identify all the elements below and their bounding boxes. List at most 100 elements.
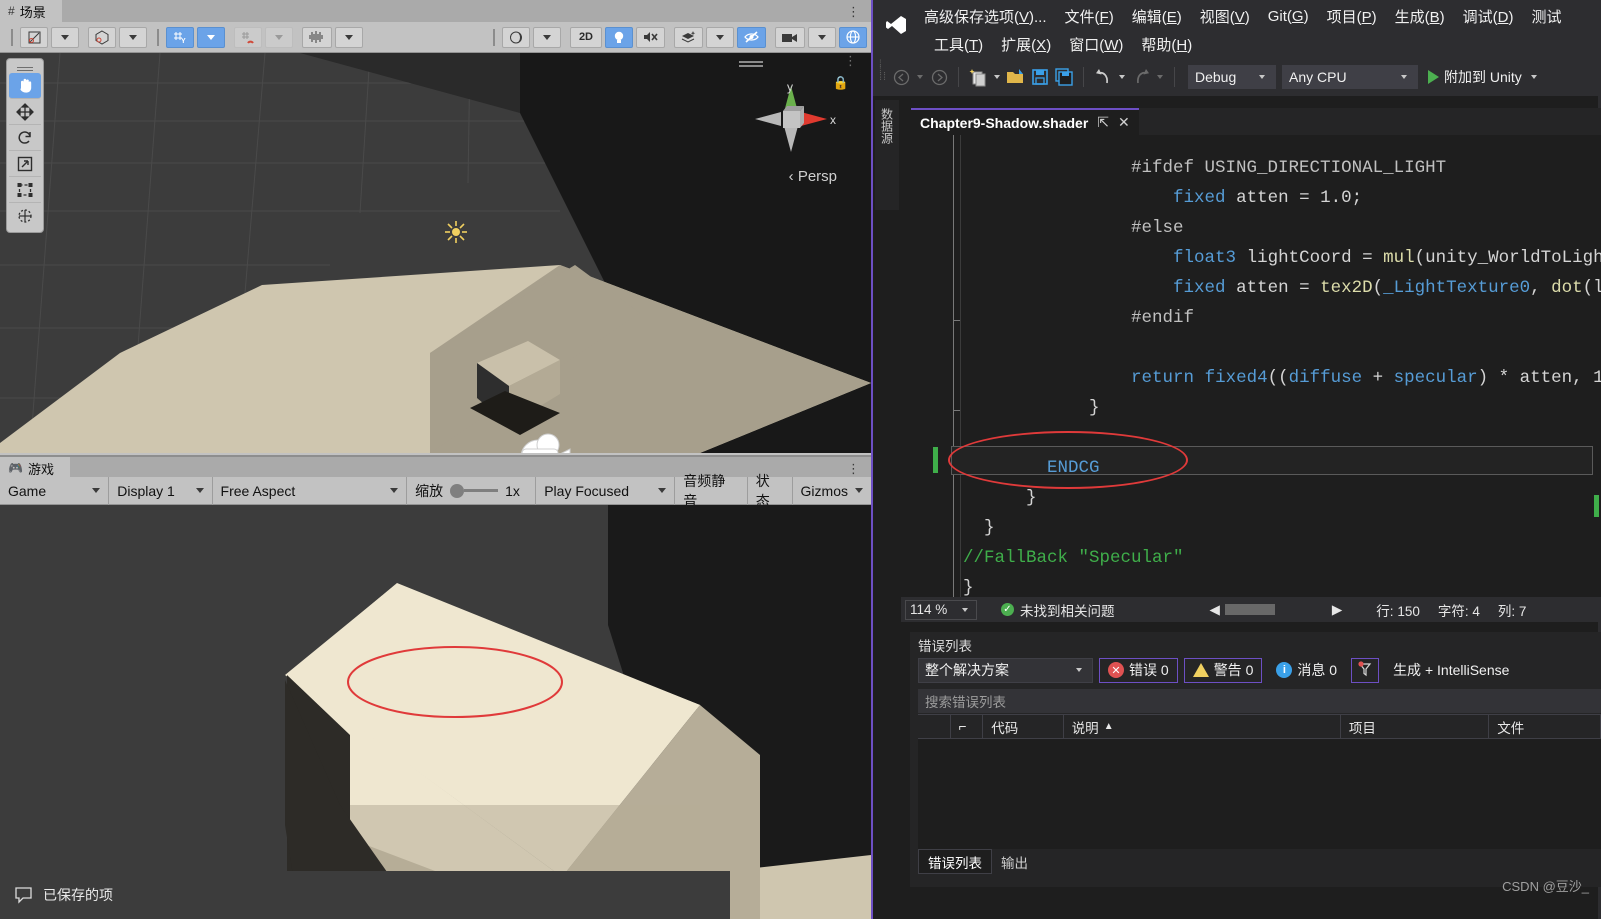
error-scope-dropdown[interactable]: 整个解决方案 — [918, 657, 1093, 683]
menu-item-1[interactable]: 文件(F) — [1056, 6, 1123, 27]
game-playmode-dropdown[interactable]: Game — [0, 476, 110, 505]
editor-zoom-dropdown[interactable]: 114 % — [905, 599, 977, 620]
transform-tool-button[interactable] — [9, 203, 41, 229]
pivot-rotation-button[interactable] — [20, 26, 48, 48]
scale-tool-button[interactable] — [9, 151, 41, 177]
filter-settings-button[interactable] — [1351, 657, 1380, 683]
save-all-button[interactable] — [1052, 65, 1076, 89]
move-tool-button[interactable] — [9, 99, 41, 125]
pin-icon[interactable]: ⇱ — [1097, 114, 1109, 131]
game-scale-slider[interactable]: 缩放 1x — [407, 476, 537, 505]
game-tab-overflow-icon[interactable]: ⋮ — [847, 461, 861, 477]
error-col-3[interactable]: 说明 ▲ — [1064, 714, 1341, 739]
scene-tab-overflow-icon[interactable]: ⋮ — [847, 4, 861, 20]
error-col-5[interactable]: 文件 — [1489, 714, 1601, 739]
rect-tool-button[interactable] — [9, 177, 41, 203]
issues-status[interactable]: ✓ 未找到相关问题 — [1001, 600, 1115, 620]
audio-levels-button[interactable] — [302, 26, 332, 48]
palette-grip[interactable] — [9, 62, 41, 73]
scale-slider-control[interactable] — [450, 483, 499, 498]
pivot-center-button[interactable] — [88, 26, 116, 48]
game-aspect-dropdown[interactable]: Free Aspect — [213, 476, 408, 505]
editor-horizontal-scrollbar[interactable]: ◀ ▶ — [1210, 602, 1343, 618]
scroll-thumb[interactable] — [1224, 604, 1275, 615]
panel-tab-1[interactable]: 输出 — [992, 849, 1037, 874]
error-col-1[interactable]: ⌐ — [951, 714, 984, 739]
game-mute-audio-button[interactable]: 音频静音 — [675, 473, 748, 509]
redo-dropdown[interactable] — [1157, 75, 1163, 79]
menu-item-3[interactable]: 视图(V) — [1191, 6, 1259, 27]
error-col-4[interactable]: 项目 — [1341, 714, 1490, 739]
fold-marker[interactable] — [953, 410, 960, 411]
new-item-dropdown[interactable] — [994, 75, 1000, 79]
menu-item-3[interactable]: 帮助(H) — [1132, 34, 1201, 55]
shading-mode-dropdown[interactable] — [532, 26, 561, 48]
build-config-dropdown[interactable]: Debug — [1188, 65, 1276, 89]
close-icon[interactable]: ✕ — [1118, 114, 1130, 131]
new-item-button[interactable] — [966, 65, 990, 89]
fx-effects-button[interactable] — [674, 26, 703, 48]
menu-item-4[interactable]: Git(G) — [1259, 8, 1318, 25]
undo-dropdown[interactable] — [1119, 75, 1125, 79]
filter-errors-button[interactable]: ✕ 错误 0 — [1099, 657, 1178, 683]
pivot-rotation-dropdown[interactable] — [51, 26, 79, 48]
navigate-back-button[interactable] — [889, 65, 913, 89]
undo-button[interactable] — [1091, 65, 1115, 89]
perspective-label[interactable]: ‹ Persp — [789, 168, 837, 185]
error-search-input[interactable]: 搜索错误列表 — [918, 689, 1601, 713]
game-view-viewport[interactable] — [0, 505, 871, 919]
game-stats-button[interactable]: 状态 — [748, 473, 793, 509]
code-text[interactable]: #ifdef USING_DIRECTIONAL_LIGHT fixed att… — [963, 153, 1601, 597]
menu-item-6[interactable]: 生成(B) — [1386, 6, 1454, 27]
audio-levels-dropdown[interactable] — [335, 26, 363, 48]
back-history-dropdown[interactable] — [917, 75, 923, 79]
scene-overlay-menu-icon[interactable] — [739, 61, 763, 63]
data-sources-tab[interactable]: 数据源 — [875, 100, 899, 210]
game-focus-dropdown[interactable]: Play Focused — [536, 476, 676, 505]
redo-button[interactable] — [1129, 65, 1153, 89]
scene-view-viewport[interactable]: ⋮ 🔒 y x ‹ Persp — [0, 53, 871, 453]
menu-item-2[interactable]: 窗口(W) — [1060, 34, 1132, 55]
scene-lighting-button[interactable] — [605, 26, 633, 48]
side-grip-icon[interactable]: ⁞ ⁞ — [879, 60, 882, 76]
toggle-2d-button[interactable]: 2D — [569, 26, 602, 48]
attach-to-unity-button[interactable]: 附加到 Unity — [1428, 67, 1541, 87]
menu-item-8[interactable]: 测试 — [1522, 6, 1570, 27]
tab-scene[interactable]: # 场景 — [0, 0, 62, 22]
menu-item-1[interactable]: 扩展(X) — [992, 34, 1060, 55]
panel-tab-0[interactable]: 错误列表 — [918, 849, 992, 874]
grid-snap-dropdown[interactable] — [265, 26, 293, 48]
menu-item-0[interactable]: 高级保存选项(V)... — [915, 6, 1056, 27]
navigate-forward-button[interactable] — [927, 65, 951, 89]
filter-messages-button[interactable]: i 消息 0 — [1268, 658, 1345, 683]
game-gizmos-button[interactable]: Gizmos — [793, 477, 871, 505]
fx-effects-dropdown[interactable] — [706, 26, 734, 48]
code-editor[interactable]: #ifdef USING_DIRECTIONAL_LIGHT fixed att… — [901, 135, 1601, 597]
grid-snap-button[interactable] — [234, 26, 262, 48]
filter-warnings-button[interactable]: 警告 0 — [1183, 657, 1263, 683]
rotate-tool-button[interactable] — [9, 125, 41, 151]
camera-settings-button[interactable] — [775, 26, 805, 48]
game-display-dropdown[interactable]: Display 1 — [109, 476, 213, 505]
scroll-right-icon[interactable]: ▶ — [1332, 602, 1342, 618]
hidden-objects-button[interactable] — [737, 26, 766, 48]
menu-item-5[interactable]: 项目(P) — [1318, 6, 1386, 27]
slider-knob[interactable] — [450, 483, 465, 498]
error-col-2[interactable]: 代码 — [983, 714, 1064, 739]
scroll-left-icon[interactable]: ◀ — [1210, 602, 1220, 618]
fold-marker[interactable] — [953, 320, 960, 321]
platform-dropdown[interactable]: Any CPU — [1282, 65, 1418, 89]
menu-item-0[interactable]: 工具(T) — [925, 34, 992, 55]
shading-mode-button[interactable] — [501, 26, 530, 48]
pivot-center-dropdown[interactable] — [119, 26, 147, 48]
open-file-button[interactable] — [1004, 65, 1028, 89]
gizmos-toggle-button[interactable] — [839, 26, 867, 48]
camera-settings-dropdown[interactable] — [808, 26, 836, 48]
error-list-rows[interactable] — [918, 739, 1601, 849]
grid-visibility-button[interactable]: Y — [166, 26, 194, 48]
audio-mute-button[interactable] — [636, 26, 665, 48]
build-intellisense-dropdown[interactable]: 生成 + IntelliSense — [1385, 658, 1517, 683]
error-col-0[interactable] — [918, 714, 951, 739]
save-button[interactable] — [1028, 65, 1052, 89]
hand-tool-button[interactable] — [9, 73, 41, 99]
